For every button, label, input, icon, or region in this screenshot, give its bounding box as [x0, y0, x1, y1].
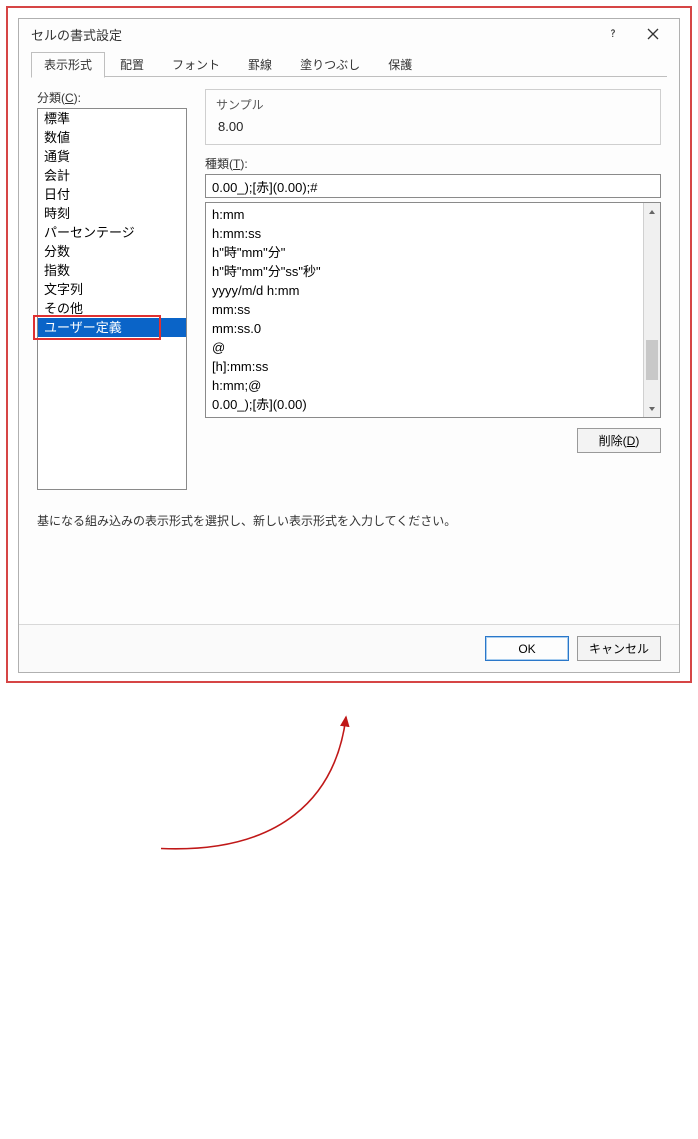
category-label: 分類(C): [37, 89, 187, 106]
category-listbox[interactable]: 標準数値通貨会計日付時刻パーセンテージ分数指数文字列その他ユーザー定義 [37, 108, 187, 490]
tutorial-highlight-frame: セルの書式設定 表示形式 配置 フォント 罫線 塗りつぶし 保護 分類(C): [6, 6, 692, 683]
type-input[interactable] [205, 174, 661, 198]
format-list-item[interactable]: h"時"mm"分" [212, 243, 637, 262]
category-item[interactable]: 文字列 [38, 280, 186, 299]
tab-number-format[interactable]: 表示形式 [31, 52, 105, 78]
category-item[interactable]: 標準 [38, 109, 186, 128]
format-list-item[interactable]: h"時"mm"分"ss"秒" [212, 262, 637, 281]
help-icon [607, 28, 619, 40]
category-item[interactable]: その他 [38, 299, 186, 318]
close-icon [647, 28, 659, 40]
format-list-item[interactable]: yyyy/m/d h:mm [212, 281, 637, 300]
format-list-item[interactable]: [h]:mm:ss [212, 357, 637, 376]
dialog-body: 分類(C): 標準数値通貨会計日付時刻パーセンテージ分数指数文字列その他ユーザー… [19, 77, 679, 539]
format-list-inner: h:mmh:mm:ssh"時"mm"分"h"時"mm"分"ss"秒"yyyy/m… [206, 203, 643, 417]
scroll-track[interactable] [644, 220, 660, 400]
close-button[interactable] [633, 21, 673, 47]
cancel-button[interactable]: キャンセル [577, 636, 661, 661]
format-list-item[interactable]: h:mm;@ [212, 376, 637, 395]
window-title: セルの書式設定 [31, 25, 593, 44]
help-button[interactable] [593, 21, 633, 47]
category-item[interactable]: 日付 [38, 185, 186, 204]
type-label: 種類(T): [205, 155, 661, 172]
titlebar: セルの書式設定 [19, 19, 679, 49]
category-item[interactable]: ユーザー定義 [38, 318, 186, 337]
vertical-scrollbar[interactable] [643, 203, 660, 417]
tab-border[interactable]: 罫線 [235, 52, 285, 77]
delete-button[interactable]: 削除(D) [577, 428, 661, 453]
category-item[interactable]: 指数 [38, 261, 186, 280]
category-item[interactable]: パーセンテージ [38, 223, 186, 242]
sample-box: サンプル 8.00 [205, 89, 661, 145]
sample-value: 8.00 [216, 119, 650, 134]
ok-button[interactable]: OK [485, 636, 569, 661]
category-item[interactable]: 数値 [38, 128, 186, 147]
format-list-item[interactable]: mm:ss [212, 300, 637, 319]
category-item[interactable]: 分数 [38, 242, 186, 261]
scroll-down-icon[interactable] [644, 400, 660, 417]
sample-label: サンプル [216, 96, 650, 113]
category-item[interactable]: 通貨 [38, 147, 186, 166]
format-list-item[interactable]: mm:ss.0 [212, 319, 637, 338]
format-list-item[interactable]: @ [212, 338, 637, 357]
format-list-item[interactable]: 0.00_);[赤](0.00) [212, 395, 637, 414]
format-cells-dialog: セルの書式設定 表示形式 配置 フォント 罫線 塗りつぶし 保護 分類(C): [18, 18, 680, 673]
category-item[interactable]: 会計 [38, 166, 186, 185]
category-item[interactable]: 時刻 [38, 204, 186, 223]
format-list-item[interactable]: h:mm [212, 205, 637, 224]
dialog-footer: OK キャンセル [19, 624, 679, 672]
scroll-up-icon[interactable] [644, 203, 660, 220]
hint-text: 基になる組み込みの表示形式を選択し、新しい表示形式を入力してください。 [37, 512, 661, 529]
tab-bar: 表示形式 配置 フォント 罫線 塗りつぶし 保護 [19, 49, 679, 77]
format-list-item[interactable]: h:mm:ss [212, 224, 637, 243]
tab-font[interactable]: フォント [159, 52, 233, 77]
tab-alignment[interactable]: 配置 [107, 52, 157, 77]
scroll-thumb[interactable] [646, 340, 658, 380]
tab-fill[interactable]: 塗りつぶし [287, 52, 373, 77]
tab-protection[interactable]: 保護 [375, 52, 425, 77]
format-code-listbox[interactable]: h:mmh:mm:ssh"時"mm"分"h"時"mm"分"ss"秒"yyyy/m… [205, 202, 661, 418]
